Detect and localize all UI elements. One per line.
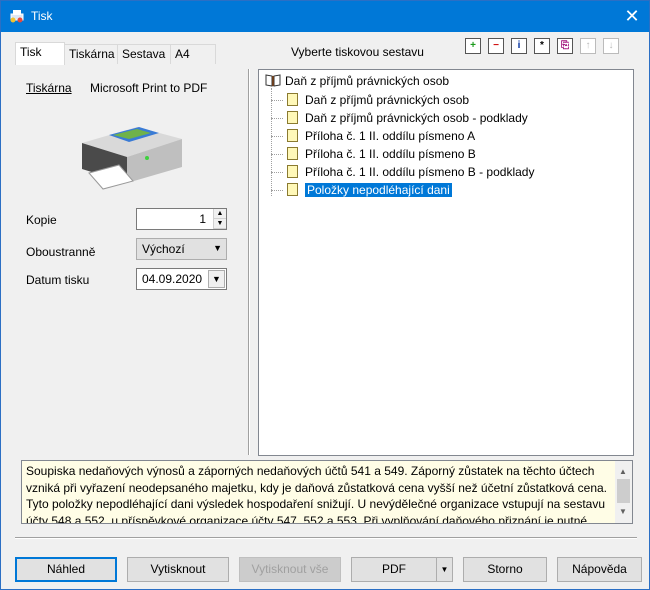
preview-button[interactable]: Náhled xyxy=(15,557,117,582)
report-description: Soupiska nedaňových výnosů a záporných n… xyxy=(21,460,633,524)
asterisk-icon[interactable]: * xyxy=(534,38,550,54)
horizontal-divider xyxy=(15,537,637,539)
button-label: Vytisknout xyxy=(150,562,206,576)
tree-item-label: Příloha č. 1 II. oddílu písmeno A xyxy=(305,129,476,143)
copies-label: Kopie xyxy=(26,213,57,227)
window-title: Tisk xyxy=(31,9,53,23)
description-scrollbar[interactable]: ▲ ▼ xyxy=(615,461,632,523)
button-label: Nápověda xyxy=(572,562,627,576)
info-icon[interactable]: i xyxy=(511,38,527,54)
duplex-select[interactable]: Výchozí ▼ xyxy=(136,238,227,260)
print-all-button[interactable]: Vytisknout vše xyxy=(239,557,341,582)
tree-guide-line xyxy=(271,172,283,173)
page-icon xyxy=(287,147,298,160)
tree-item-selected[interactable]: Položky nepodléhající dani xyxy=(287,181,452,199)
print-date-value: 04.09.2020 xyxy=(142,272,203,286)
tree-guide-line xyxy=(271,154,283,155)
tab-tiskarna[interactable]: Tiskárna xyxy=(64,44,118,64)
close-icon[interactable]: ✕ xyxy=(615,1,649,32)
button-label: Storno xyxy=(487,562,523,576)
tree-item-label: Příloha č. 1 II. oddílu písmeno B - podk… xyxy=(305,165,535,179)
remove-icon[interactable]: − xyxy=(488,38,504,54)
button-label: Náhled xyxy=(46,562,86,576)
print-date-picker[interactable]: 04.09.2020 ▼ xyxy=(136,268,227,290)
move-up-icon[interactable]: ↑ xyxy=(580,38,596,54)
tab-tisk[interactable]: Tisk xyxy=(15,42,65,65)
tree-heading: Vyberte tiskovou sestavu xyxy=(291,45,424,59)
button-label: PDF xyxy=(382,562,406,576)
scroll-down-icon[interactable]: ▼ xyxy=(619,504,627,521)
tab-label: Tisk xyxy=(20,45,42,59)
chevron-down-icon[interactable]: ▼ xyxy=(436,558,452,581)
tree-guide-line xyxy=(271,88,272,196)
book-icon xyxy=(265,74,281,87)
copies-value: 1 xyxy=(199,212,206,226)
print-date-label: Datum tisku xyxy=(26,273,90,287)
tree-root-label: Daň z příjmů právnických osob xyxy=(285,74,450,88)
page-icon xyxy=(287,183,298,196)
description-text: Soupiska nedaňových výnosů a záporných n… xyxy=(26,464,607,524)
help-button[interactable]: Nápověda xyxy=(557,557,642,582)
print-dialog: Tisk ✕ Tisk Tiskárna Sestava A4 Tiskárna… xyxy=(0,0,650,590)
tab-label: Tiskárna xyxy=(69,47,115,61)
tree-root[interactable]: Daň z příjmů právnických osob xyxy=(265,72,449,90)
page-icon xyxy=(287,111,298,124)
tree-item[interactable]: Daň z příjmů právnických osob - podklady xyxy=(287,109,528,127)
calendar-dropdown-icon[interactable]: ▼ xyxy=(208,270,225,288)
add-icon[interactable]: + xyxy=(465,38,481,54)
chevron-down-icon: ▼ xyxy=(213,243,222,253)
copies-spin-buttons[interactable]: ▲ ▼ xyxy=(213,209,226,229)
page-icon xyxy=(287,129,298,142)
tree-item[interactable]: Příloha č. 1 II. oddílu písmeno B xyxy=(287,145,476,163)
tree-item-label: Daň z příjmů právnických osob xyxy=(305,93,470,107)
tree-item-label: Příloha č. 1 II. oddílu písmeno B xyxy=(305,147,476,161)
button-label: Vytisknout vše xyxy=(251,562,329,576)
tree-item[interactable]: Daň z příjmů právnických osob xyxy=(287,91,469,109)
report-tree[interactable]: Daň z příjmů právnických osob Daň z příj… xyxy=(258,69,634,456)
spin-down-icon[interactable]: ▼ xyxy=(214,219,226,229)
title-bar: Tisk ✕ xyxy=(1,1,649,32)
tree-item[interactable]: Příloha č. 1 II. oddílu písmeno B - podk… xyxy=(287,163,534,181)
copy-icon[interactable]: ⎘ xyxy=(557,38,573,54)
scroll-thumb[interactable] xyxy=(617,479,630,503)
tree-guide-line xyxy=(271,118,283,119)
tree-guide-line xyxy=(271,100,283,101)
tab-a4[interactable]: A4 xyxy=(170,44,216,64)
printer-name: Microsoft Print to PDF xyxy=(90,81,208,95)
tree-item-label: Položky nepodléhající dani xyxy=(305,183,452,197)
page-icon xyxy=(287,165,298,178)
cancel-button[interactable]: Storno xyxy=(463,557,547,582)
vertical-divider xyxy=(248,69,250,455)
move-down-icon[interactable]: ↓ xyxy=(603,38,619,54)
tab-panel-tisk: Tiskárna Microsoft Print to PDF Kopie 1 … xyxy=(15,63,247,455)
printer-app-icon xyxy=(10,10,24,23)
print-button[interactable]: Vytisknout xyxy=(127,557,229,582)
tree-item-label: Daň z příjmů právnických osob - podklady xyxy=(305,111,528,125)
spin-up-icon[interactable]: ▲ xyxy=(214,209,226,219)
duplex-label: Oboustranně xyxy=(26,245,96,259)
pdf-split-button[interactable]: PDF ▼ xyxy=(351,557,453,582)
tab-sestava[interactable]: Sestava xyxy=(117,44,171,64)
copies-spinner[interactable]: 1 ▲ ▼ xyxy=(136,208,227,230)
page-icon xyxy=(287,93,298,106)
tab-label: A4 xyxy=(175,47,190,61)
tab-label: Sestava xyxy=(122,47,166,61)
tree-guide-line xyxy=(271,136,283,137)
tree-item[interactable]: Příloha č. 1 II. oddílu písmeno A xyxy=(287,127,475,145)
printer-link[interactable]: Tiskárna xyxy=(26,81,72,95)
tree-guide-line xyxy=(271,190,283,191)
duplex-value: Výchozí xyxy=(142,242,185,256)
printer-icon xyxy=(82,127,182,190)
